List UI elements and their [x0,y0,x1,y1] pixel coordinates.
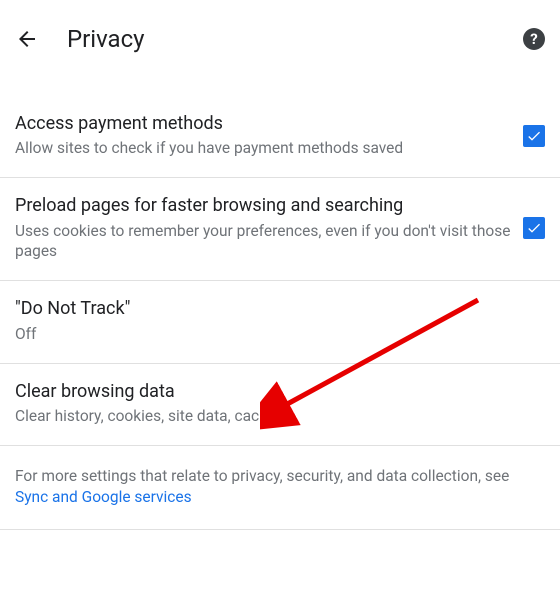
setting-title: Preload pages for faster browsing and se… [15,194,513,218]
footer-text: For more settings that relate to privacy… [15,467,509,485]
header-bar: Privacy ? [0,0,560,68]
setting-text: "Do Not Track" Off [15,297,545,344]
setting-preload-pages[interactable]: Preload pages for faster browsing and se… [0,178,560,281]
setting-text: Preload pages for faster browsing and se… [15,194,523,262]
checkmark-icon [526,220,542,236]
help-button[interactable]: ? [523,28,545,50]
setting-title: Clear browsing data [15,380,535,404]
settings-list: Access payment methods Allow sites to ch… [0,96,560,446]
sync-services-link[interactable]: Sync and Google services [15,488,192,506]
setting-title: "Do Not Track" [15,297,535,321]
back-arrow-icon [15,27,39,51]
checkbox-preload-pages[interactable] [523,217,545,239]
footer-note: For more settings that relate to privacy… [0,446,560,530]
setting-title: Access payment methods [15,112,513,136]
back-button[interactable] [15,27,39,51]
setting-subtitle: Allow sites to check if you have payment… [15,138,513,159]
setting-clear-browsing-data[interactable]: Clear browsing data Clear history, cooki… [0,364,560,446]
setting-access-payment-methods[interactable]: Access payment methods Allow sites to ch… [0,96,560,178]
checkbox-access-payment[interactable] [523,125,545,147]
setting-do-not-track[interactable]: "Do Not Track" Off [0,281,560,363]
checkmark-icon [526,128,542,144]
setting-subtitle: Uses cookies to remember your preference… [15,221,513,263]
setting-subtitle: Clear history, cookies, site data, cache… [15,406,535,427]
help-icon: ? [530,30,537,48]
setting-subtitle: Off [15,324,535,345]
setting-text: Access payment methods Allow sites to ch… [15,112,523,159]
setting-text: Clear browsing data Clear history, cooki… [15,380,545,427]
page-title: Privacy [67,25,495,53]
